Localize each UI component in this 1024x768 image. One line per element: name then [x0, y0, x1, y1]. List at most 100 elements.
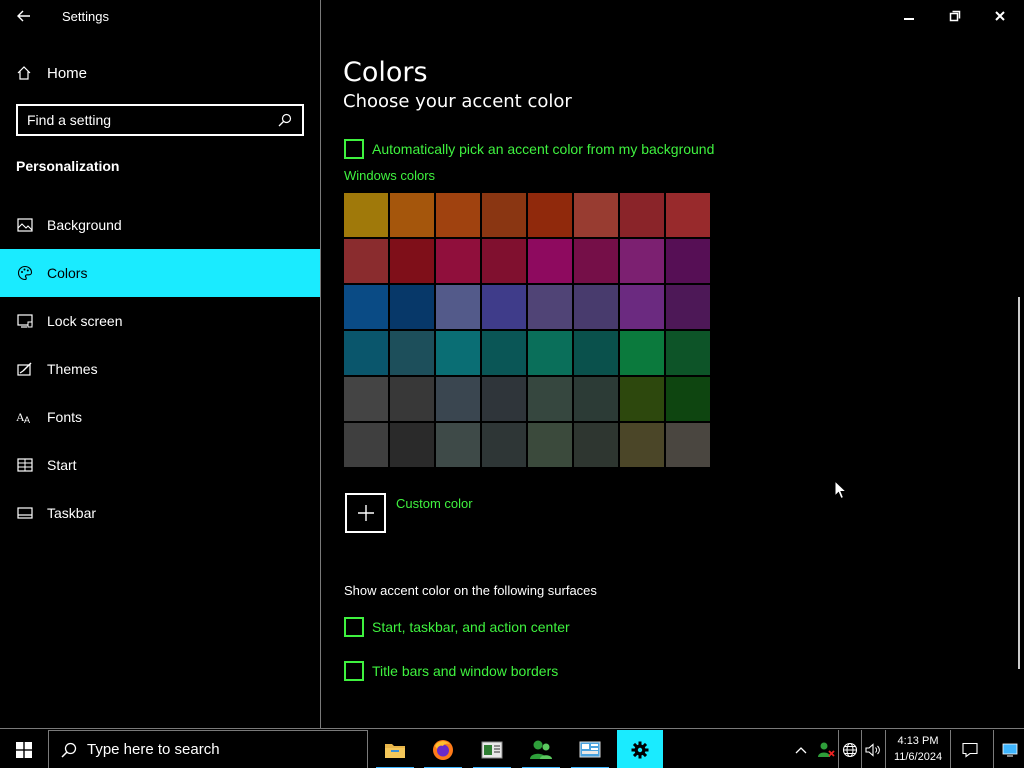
show-hidden-icons-button[interactable]: [790, 730, 812, 768]
sidebar-item-label: Taskbar: [47, 505, 97, 521]
color-swatch[interactable]: [666, 423, 710, 467]
close-button[interactable]: [977, 0, 1023, 32]
minimize-button[interactable]: [886, 0, 932, 32]
color-swatch[interactable]: [344, 285, 388, 329]
color-swatch[interactable]: [620, 193, 664, 237]
taskbar-app-news[interactable]: [469, 730, 515, 768]
start-button[interactable]: [0, 730, 48, 768]
folder-icon: [385, 743, 405, 758]
color-swatch[interactable]: [436, 331, 480, 375]
color-swatch[interactable]: [620, 285, 664, 329]
search-icon[interactable]: [278, 112, 294, 128]
color-swatch[interactable]: [482, 193, 526, 237]
auto-pick-checkbox[interactable]: Automatically pick an accent color from …: [344, 139, 714, 159]
checkbox-box[interactable]: [344, 661, 364, 681]
color-swatch[interactable]: [344, 193, 388, 237]
home-icon: [16, 65, 32, 81]
sidebar-item-fonts[interactable]: AA Fonts: [0, 393, 320, 441]
restore-button[interactable]: [932, 0, 978, 32]
color-swatch[interactable]: [344, 377, 388, 421]
color-swatch[interactable]: [528, 239, 572, 283]
taskbar-app-settings[interactable]: [617, 730, 663, 768]
tray-volume-button[interactable]: [862, 730, 884, 768]
color-swatch[interactable]: [482, 331, 526, 375]
color-swatch[interactable]: [528, 331, 572, 375]
control-panel-icon: [579, 741, 601, 757]
color-swatch[interactable]: [390, 331, 434, 375]
news-icon: [481, 741, 503, 758]
tray-separator: [885, 730, 886, 768]
color-swatch[interactable]: [482, 423, 526, 467]
color-swatch[interactable]: [436, 193, 480, 237]
find-setting-box[interactable]: [16, 104, 304, 136]
surface-title-bars-checkbox[interactable]: Title bars and window borders: [344, 661, 558, 681]
color-swatch[interactable]: [528, 377, 572, 421]
color-swatch[interactable]: [344, 423, 388, 467]
firefox-icon: [433, 739, 453, 760]
color-swatch[interactable]: [390, 377, 434, 421]
color-swatch[interactable]: [620, 239, 664, 283]
color-swatch[interactable]: [620, 377, 664, 421]
tray-network-people-icon[interactable]: [814, 730, 838, 768]
taskbar-app-control-panel[interactable]: [567, 730, 613, 768]
taskbar-search-input[interactable]: [87, 741, 347, 758]
palette-icon: [16, 265, 34, 281]
fonts-icon: AA: [16, 409, 34, 425]
color-swatch[interactable]: [574, 423, 618, 467]
sidebar: Settings Home Personalization Background…: [0, 0, 320, 728]
action-center-button[interactable]: [955, 730, 985, 768]
color-swatch[interactable]: [666, 377, 710, 421]
sidebar-item-themes[interactable]: Themes: [0, 345, 320, 393]
taskbar-app-people[interactable]: [518, 730, 564, 768]
show-desktop-button[interactable]: [996, 730, 1024, 768]
section-title: Personalization: [16, 158, 120, 174]
color-swatch[interactable]: [620, 423, 664, 467]
sidebar-item-lock-screen[interactable]: Lock screen: [0, 297, 320, 345]
color-swatch[interactable]: [482, 239, 526, 283]
sidebar-item-colors[interactable]: Colors: [0, 249, 320, 297]
color-swatch[interactable]: [482, 377, 526, 421]
scrollbar[interactable]: [1018, 297, 1020, 669]
checkbox-box[interactable]: [344, 617, 364, 637]
color-swatch[interactable]: [666, 285, 710, 329]
sidebar-home[interactable]: Home: [0, 58, 320, 88]
custom-color-label[interactable]: Custom color: [396, 496, 473, 511]
color-swatch[interactable]: [390, 239, 434, 283]
color-swatch[interactable]: [574, 193, 618, 237]
taskbar-app-file-explorer[interactable]: [372, 730, 418, 768]
color-swatch[interactable]: [436, 239, 480, 283]
surface-start-taskbar-checkbox[interactable]: Start, taskbar, and action center: [344, 617, 570, 637]
color-swatch[interactable]: [666, 239, 710, 283]
color-swatch[interactable]: [528, 193, 572, 237]
tray-network-button[interactable]: [839, 730, 861, 768]
color-swatch[interactable]: [666, 193, 710, 237]
custom-color-button[interactable]: [345, 493, 386, 533]
color-swatch[interactable]: [344, 239, 388, 283]
color-swatch[interactable]: [436, 377, 480, 421]
user-status-icon: [818, 742, 835, 757]
find-setting-input[interactable]: [18, 112, 278, 128]
color-swatch[interactable]: [574, 285, 618, 329]
color-swatch[interactable]: [666, 331, 710, 375]
taskbar-search-box[interactable]: [48, 730, 368, 768]
color-swatch[interactable]: [390, 285, 434, 329]
checkbox-box[interactable]: [344, 139, 364, 159]
back-button[interactable]: [10, 4, 38, 28]
sidebar-item-background[interactable]: Background: [0, 201, 320, 249]
sidebar-item-start[interactable]: Start: [0, 441, 320, 489]
color-swatch[interactable]: [390, 193, 434, 237]
taskbar-clock[interactable]: 4:13 PM 11/6/2024: [888, 730, 948, 768]
color-swatch[interactable]: [574, 239, 618, 283]
color-swatch[interactable]: [574, 331, 618, 375]
color-swatch[interactable]: [436, 423, 480, 467]
color-swatch[interactable]: [390, 423, 434, 467]
sidebar-item-taskbar[interactable]: Taskbar: [0, 489, 320, 537]
color-swatch[interactable]: [574, 377, 618, 421]
color-swatch[interactable]: [344, 331, 388, 375]
taskbar-app-firefox[interactable]: [420, 730, 466, 768]
color-swatch[interactable]: [528, 285, 572, 329]
color-swatch[interactable]: [436, 285, 480, 329]
color-swatch[interactable]: [620, 331, 664, 375]
color-swatch[interactable]: [528, 423, 572, 467]
color-swatch[interactable]: [482, 285, 526, 329]
